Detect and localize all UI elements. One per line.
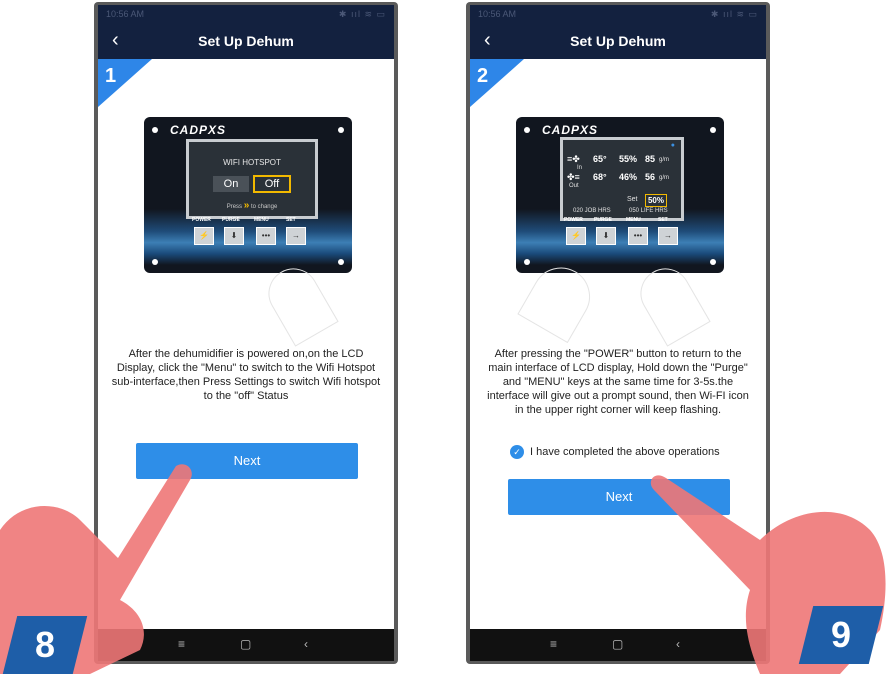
panel-screw [338, 127, 344, 133]
step-badge-9: 9 [798, 606, 884, 664]
instruction-text: After pressing the "POWER" button to ret… [487, 348, 749, 416]
life-hours: 050 LIFE HRS [629, 208, 668, 214]
panel-screw [152, 127, 158, 133]
brand-logo: CADPXS [542, 123, 599, 137]
panel-screw [710, 259, 716, 265]
double-chevron-icon: » [243, 200, 250, 211]
to-change-label: to change [250, 204, 278, 210]
panel-screw [524, 127, 530, 133]
status-icons: ✱ ııl ≋ ▭ [338, 9, 386, 19]
job-hours: 020 JOB HRS [573, 208, 611, 214]
step-number: 1 [105, 65, 117, 87]
in-humidity: 55% [619, 154, 638, 164]
back-nav-icon[interactable]: ‹ [304, 637, 308, 651]
menu-icon: ••• [628, 227, 648, 245]
page-title: Set Up Dehum [198, 33, 294, 49]
nav-bar: ‹ Set Up Dehum [470, 23, 766, 59]
checkbox-label: I have completed the above operations [530, 445, 720, 458]
set-value: 50% [645, 194, 667, 207]
set-label: Set [627, 196, 638, 203]
purge-icon: ⬇ [596, 227, 616, 245]
status-bar: 10:56 AM ✱ ııl ≋ ▭ [98, 5, 394, 23]
checkmark-icon[interactable]: ✓ [510, 445, 524, 459]
lcd-display: WIFI HOTSPOT On Off Press » to change [186, 139, 318, 219]
status-icons: ✱ ııl ≋ ▭ [710, 9, 758, 19]
menu-label: MENU [254, 217, 269, 223]
press-hint: Press » to change [189, 200, 315, 211]
power-icon: ⚡ [194, 227, 214, 245]
status-bar: 10:56 AM ✱ ııl ≋ ▭ [470, 5, 766, 23]
step-badge-8: 8 [2, 616, 88, 674]
brand-logo: CADPXS [170, 123, 227, 137]
badge-number: 8 [34, 624, 56, 665]
on-off-toggle: On Off [213, 175, 291, 193]
in-label: In [577, 165, 583, 171]
in-unit: g/m [659, 157, 670, 163]
purge-icon: ⬇ [224, 227, 244, 245]
fan-out-icon: ✤≡ [567, 172, 580, 182]
set-icon: → [658, 227, 678, 245]
power-label: POWER [564, 217, 583, 223]
out-humidity: 46% [619, 172, 638, 182]
panel-screw [152, 259, 158, 265]
panel-screw [338, 259, 344, 265]
control-panel-illustration: CADPXS ● ≡✤ In 65° 55% 85 g/m ✤≡ Out 68°… [516, 117, 724, 273]
panel-buttons: POWER PURGE MENU SET ⚡ ⬇ ••• → [192, 217, 312, 247]
power-label: POWER [192, 217, 211, 223]
status-time: 10:56 AM [106, 9, 145, 19]
in-value: 85 [645, 154, 656, 164]
badge-number: 9 [830, 614, 852, 655]
page-title: Set Up Dehum [570, 33, 666, 49]
power-icon: ⚡ [566, 227, 586, 245]
menu-icon: ••• [256, 227, 276, 245]
off-option: Off [253, 175, 291, 193]
set-label: SET [658, 217, 668, 223]
home-nav-icon[interactable]: ▢ [612, 637, 623, 651]
set-label: SET [286, 217, 296, 223]
fan-in-icon: ≡✤ [567, 154, 580, 164]
status-time: 10:56 AM [478, 9, 517, 19]
home-nav-icon[interactable]: ▢ [240, 637, 251, 651]
in-temp: 65° [593, 154, 607, 164]
purge-label: PURGE [594, 217, 612, 223]
lcd-display: ● ≡✤ In 65° 55% 85 g/m ✤≡ Out 68° 46% 56… [560, 137, 684, 221]
out-temp: 68° [593, 172, 607, 182]
purge-label: PURGE [222, 217, 240, 223]
set-icon: → [286, 227, 306, 245]
menu-label: MENU [626, 217, 641, 223]
panel-screw [710, 127, 716, 133]
panel-buttons: POWER PURGE MENU SET ⚡ ⬇ ••• → [564, 217, 684, 247]
on-option: On [213, 176, 249, 192]
nav-bar: ‹ Set Up Dehum [98, 23, 394, 59]
step-number: 2 [477, 65, 489, 87]
menu-nav-icon[interactable]: ≡ [550, 637, 557, 651]
completion-checkbox[interactable]: ✓ I have completed the above operations [510, 445, 720, 459]
out-value: 56 [645, 172, 656, 182]
panel-screw [524, 259, 530, 265]
out-label: Out [569, 183, 579, 189]
control-panel-illustration: CADPXS WIFI HOTSPOT On Off Press » to ch… [144, 117, 352, 273]
press-label: Press [226, 204, 243, 210]
lcd-title: WIFI HOTSPOT [223, 158, 281, 167]
instruction-text: After the dehumidifier is powered on,on … [111, 348, 381, 402]
out-unit: g/m [659, 175, 670, 181]
wifi-icon: ● [670, 142, 675, 149]
